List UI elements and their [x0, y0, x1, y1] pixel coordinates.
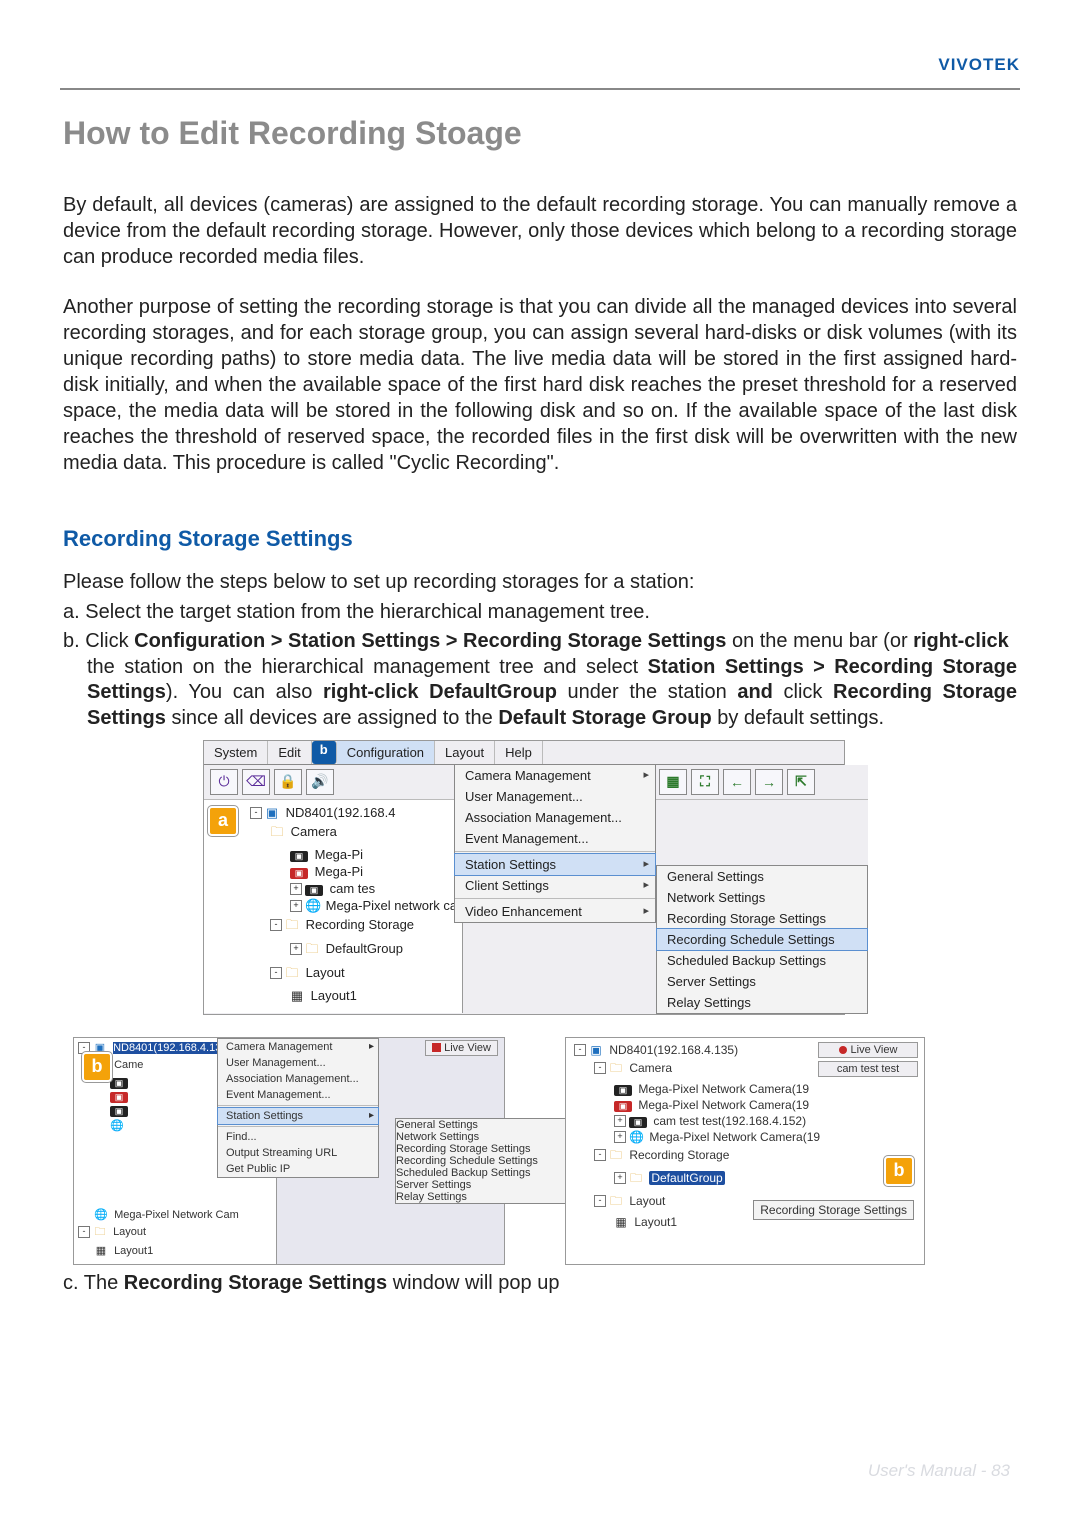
badge-a-icon: a: [208, 806, 238, 836]
recording-schedule-settings-item: Recording Schedule Settings: [656, 928, 868, 951]
ctx-recording-storage-settings: Recording Storage Settings: [396, 1143, 576, 1155]
badge-b-icon: b: [312, 741, 337, 764]
back-icon[interactable]: ←: [723, 769, 751, 795]
ctx-station-settings: Station Settings: [217, 1107, 379, 1125]
menu-edit[interactable]: Edit: [268, 741, 311, 764]
cam-test-button[interactable]: cam test test: [818, 1061, 918, 1077]
paragraph-2: Another purpose of setting the recording…: [63, 294, 1017, 476]
defaultgroup-selected[interactable]: DefaultGroup: [649, 1171, 724, 1185]
station-settings-submenu[interactable]: General Settings Network Settings Record…: [656, 865, 868, 1014]
ctx-defaultgroup-rss[interactable]: Recording Storage Settings: [753, 1200, 914, 1220]
header-rule: [60, 88, 1020, 90]
step-b: b. Click Configuration > Station Setting…: [63, 629, 1017, 731]
screenshot-rightclick-defaultgroup: Live View cam test test -▣ ND8401(192.16…: [565, 1037, 925, 1265]
paragraph-1: By default, all devices (cameras) are as…: [63, 192, 1017, 270]
close-schedule-icon[interactable]: ⌫: [242, 769, 270, 795]
context-submenu-station-settings[interactable]: General Settings Network Settings Record…: [395, 1118, 577, 1204]
nav-toolbar: ▦ ⛶ ← → ⇱: [655, 765, 868, 800]
screenshot-menu-path: System Edit b Configuration Layout Help …: [203, 740, 845, 1015]
step-a: a. Select the target station from the hi…: [63, 600, 1017, 626]
page-title: How to Edit Recording Stoage: [63, 115, 1017, 152]
live-view-button[interactable]: Live View: [818, 1042, 918, 1058]
grid-icon[interactable]: ▦: [659, 769, 687, 795]
expand-icon[interactable]: ⛶: [691, 769, 719, 795]
forward-icon[interactable]: →: [755, 769, 783, 795]
lead-line: Please follow the steps below to set up …: [63, 570, 1017, 596]
menu-help[interactable]: Help: [495, 741, 543, 764]
badge-b-icon: b: [82, 1052, 112, 1082]
sound-icon[interactable]: 🔊: [306, 769, 334, 795]
brand-header: VIVOTEK: [938, 55, 1020, 75]
pin-icon[interactable]: ⇱: [787, 769, 815, 795]
step-c: c. The Recording Storage Settings window…: [63, 1271, 1017, 1297]
menu-configuration[interactable]: Configuration: [337, 741, 435, 764]
page-footer: User's Manual - 83: [868, 1461, 1010, 1481]
station-settings-item: Station Settings: [454, 853, 656, 876]
menu-layout[interactable]: Layout: [435, 741, 495, 764]
menu-system[interactable]: System: [204, 741, 268, 764]
section-heading: Recording Storage Settings: [63, 526, 1017, 552]
lock-icon[interactable]: 🔒: [274, 769, 302, 795]
context-menu-station[interactable]: Camera Management User Management... Ass…: [217, 1038, 379, 1178]
screenshot-rightclick-station: Live View b -▣ ND8401(192.168.4.135) 🗀 C…: [73, 1037, 505, 1265]
power-icon[interactable]: ⏻: [210, 769, 238, 795]
configuration-menu[interactable]: Camera Management User Management... Ass…: [454, 764, 656, 923]
badge-b-icon: b: [884, 1156, 914, 1186]
toolbar: ⏻ ⌫ 🔒 🔊: [204, 765, 454, 800]
